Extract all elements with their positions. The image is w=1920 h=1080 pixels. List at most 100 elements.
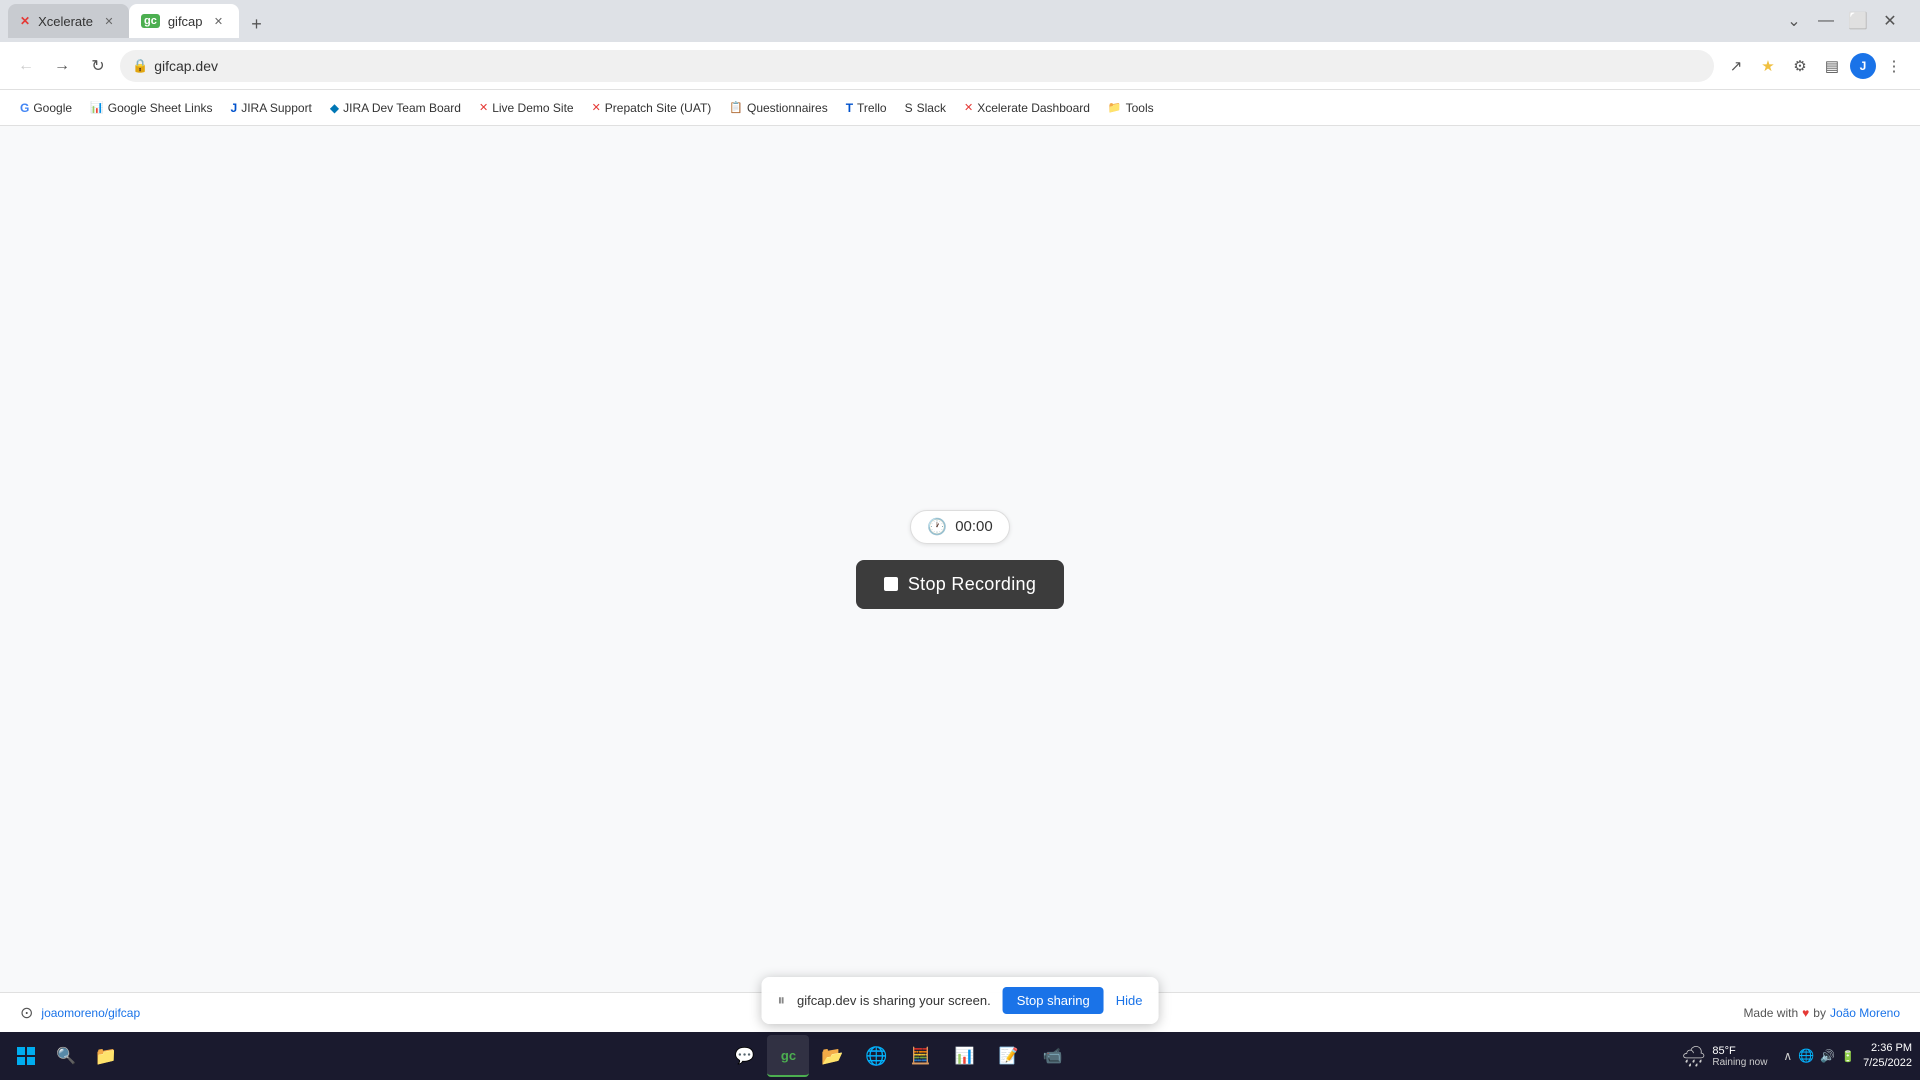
forward-button[interactable]: → bbox=[48, 52, 76, 80]
extensions-button[interactable]: ⚙ bbox=[1786, 52, 1814, 80]
file-explorer-button[interactable]: 📁 bbox=[88, 1038, 124, 1074]
address-text: gifcap.dev bbox=[154, 58, 218, 74]
by-text: by bbox=[1813, 1006, 1826, 1020]
bookmark-sheets[interactable]: 📊 Google Sheet Links bbox=[82, 97, 220, 119]
tab-gifcap[interactable]: gc gifcap ✕ bbox=[129, 4, 239, 38]
start-button[interactable] bbox=[8, 1038, 44, 1074]
lock-icon: 🔒 bbox=[132, 58, 148, 74]
timer-badge: 🕐 00:00 bbox=[910, 510, 1009, 544]
main-content: 🕐 00:00 Stop Recording bbox=[0, 126, 1920, 992]
share-button[interactable]: ↗ bbox=[1722, 52, 1750, 80]
new-tab-button[interactable]: + bbox=[243, 10, 271, 38]
tab-bar: ✕ Xcelerate ✕ gc gifcap ✕ + ⌄ — ⬜ ✕ bbox=[0, 0, 1920, 42]
taskbar-folder-button[interactable]: 📂 bbox=[811, 1035, 853, 1077]
bookmark-tools[interactable]: 📁 Tools bbox=[1100, 97, 1162, 119]
stop-sharing-button[interactable]: Stop sharing bbox=[1003, 987, 1104, 1014]
tab-close-gifcap[interactable]: ✕ bbox=[211, 13, 227, 29]
chevron-up-icon[interactable]: ∧ bbox=[1783, 1049, 1792, 1063]
reload-button[interactable]: ↻ bbox=[84, 52, 112, 80]
weather-temp: 85°F bbox=[1712, 1045, 1767, 1057]
weather-icon: 🌧 bbox=[1681, 1044, 1706, 1069]
bookmark-favicon-slack: S bbox=[905, 101, 913, 115]
stop-recording-button[interactable]: Stop Recording bbox=[856, 560, 1064, 609]
github-icon: ⊙ bbox=[20, 1003, 33, 1023]
minimize-button[interactable]: — bbox=[1812, 7, 1840, 35]
taskbar: 🔍 📁 💬 gc 📂 🌐 🧮 📊 📝 📹 🌧 85°F Raining now bbox=[0, 1032, 1920, 1080]
restore-button[interactable]: ⬜ bbox=[1844, 7, 1872, 35]
network-icon[interactable]: 🌐 bbox=[1798, 1048, 1814, 1064]
back-button[interactable]: ← bbox=[12, 52, 40, 80]
tab-list: ✕ Xcelerate ✕ gc gifcap ✕ + bbox=[8, 4, 1776, 38]
taskbar-gifcap-button[interactable]: gc bbox=[767, 1035, 809, 1077]
screen-sharing-message: gifcap.dev is sharing your screen. bbox=[797, 993, 991, 1008]
battery-icon[interactable]: 🔋 bbox=[1841, 1050, 1855, 1063]
tab-xcelerate[interactable]: ✕ Xcelerate ✕ bbox=[8, 4, 129, 38]
bookmark-label-jira-dev: JIRA Dev Team Board bbox=[343, 101, 461, 115]
taskbar-right: 🌧 85°F Raining now ∧ 🌐 🔊 🔋 2:36 PM 7/25/… bbox=[1673, 1041, 1912, 1072]
footer-right: Made with ♥ by João Moreno bbox=[1743, 1006, 1900, 1020]
bookmark-jira-dev[interactable]: ◆ JIRA Dev Team Board bbox=[322, 97, 469, 119]
made-with-text: Made with bbox=[1743, 1006, 1798, 1020]
stop-recording-label: Stop Recording bbox=[908, 574, 1036, 595]
tab-favicon-xcelerate: ✕ bbox=[20, 14, 30, 28]
bookmark-favicon-sheets: 📊 bbox=[90, 101, 104, 114]
bookmark-label-prepatch: Prepatch Site (UAT) bbox=[605, 101, 711, 115]
bookmark-favicon-jira-dev: ◆ bbox=[330, 101, 339, 115]
heart-icon: ♥ bbox=[1802, 1006, 1809, 1020]
bookmark-button[interactable]: ★ bbox=[1754, 52, 1782, 80]
close-button[interactable]: ✕ bbox=[1876, 7, 1904, 35]
bookmark-favicon-tools: 📁 bbox=[1108, 101, 1122, 114]
bookmark-prepatch[interactable]: ✕ Prepatch Site (UAT) bbox=[584, 97, 720, 119]
bookmark-label-sheets: Google Sheet Links bbox=[108, 101, 213, 115]
taskbar-system-icons: ∧ 🌐 🔊 🔋 bbox=[1783, 1048, 1855, 1064]
taskbar-zoom-button[interactable]: 📹 bbox=[1031, 1035, 1073, 1077]
bookmark-label-jira-support: JIRA Support bbox=[241, 101, 312, 115]
bookmark-jira-support[interactable]: J JIRA Support bbox=[223, 97, 320, 119]
github-link[interactable]: joaomoreno/gifcap bbox=[41, 1006, 140, 1020]
nav-actions: ↗ ★ ⚙ ▤ J ⋮ bbox=[1722, 52, 1908, 80]
bookmark-google[interactable]: G Google bbox=[12, 97, 80, 119]
tab-favicon-gifcap: gc bbox=[141, 14, 160, 28]
nav-bar: ← → ↻ 🔒 gifcap.dev ↗ ★ ⚙ ▤ J ⋮ bbox=[0, 42, 1920, 90]
taskbar-app2-button[interactable]: 📊 bbox=[943, 1035, 985, 1077]
bookmark-xcelerate[interactable]: ✕ Xcelerate Dashboard bbox=[956, 97, 1098, 119]
address-bar[interactable]: 🔒 gifcap.dev bbox=[120, 50, 1714, 82]
tab-close-xcelerate[interactable]: ✕ bbox=[101, 13, 117, 29]
bookmark-trello[interactable]: T Trello bbox=[838, 97, 895, 119]
bookmark-label-xcelerate: Xcelerate Dashboard bbox=[977, 101, 1090, 115]
volume-icon[interactable]: 🔊 bbox=[1820, 1049, 1835, 1063]
taskbar-notes-button[interactable]: 📝 bbox=[987, 1035, 1029, 1077]
tab-title-xcelerate: Xcelerate bbox=[38, 14, 93, 29]
date-display: 7/25/2022 bbox=[1863, 1056, 1912, 1071]
taskbar-chrome-button[interactable]: 🌐 bbox=[855, 1035, 897, 1077]
sidebar-button[interactable]: ▤ bbox=[1818, 52, 1846, 80]
bookmark-label-live-demo: Live Demo Site bbox=[492, 101, 573, 115]
bookmark-label-slack: Slack bbox=[917, 101, 946, 115]
menu-button[interactable]: ⋮ bbox=[1880, 52, 1908, 80]
stop-icon bbox=[884, 577, 898, 591]
recording-area: 🕐 00:00 Stop Recording bbox=[856, 510, 1064, 609]
taskbar-teams-button[interactable]: 💬 bbox=[723, 1035, 765, 1077]
bookmark-favicon-live-demo: ✕ bbox=[479, 101, 488, 114]
bookmark-label-questionnaires: Questionnaires bbox=[747, 101, 828, 115]
clock-icon: 🕐 bbox=[927, 517, 947, 537]
taskbar-search-button[interactable]: 🔍 bbox=[48, 1038, 84, 1074]
taskbar-time[interactable]: 2:36 PM 7/25/2022 bbox=[1863, 1041, 1912, 1072]
profile-avatar[interactable]: J bbox=[1850, 53, 1876, 79]
bookmark-questionnaires[interactable]: 📋 Questionnaires bbox=[721, 97, 835, 119]
bookmark-favicon-google: G bbox=[20, 101, 29, 115]
weather-widget[interactable]: 🌧 85°F Raining now bbox=[1673, 1044, 1775, 1069]
footer-left: ⊙ joaomoreno/gifcap bbox=[20, 1003, 140, 1023]
bookmark-favicon-trello: T bbox=[846, 101, 853, 115]
author-link[interactable]: João Moreno bbox=[1830, 1006, 1900, 1020]
bookmark-label-trello: Trello bbox=[857, 101, 887, 115]
bookmark-label-google: Google bbox=[33, 101, 72, 115]
bookmark-live-demo[interactable]: ✕ Live Demo Site bbox=[471, 97, 582, 119]
tab-bar-controls: ⌄ — ⬜ ✕ bbox=[1780, 7, 1912, 35]
timer-display: 00:00 bbox=[955, 518, 993, 535]
bookmarks-bar: G Google 📊 Google Sheet Links J JIRA Sup… bbox=[0, 90, 1920, 126]
tab-overflow-button[interactable]: ⌄ bbox=[1780, 7, 1808, 35]
bookmark-slack[interactable]: S Slack bbox=[897, 97, 954, 119]
hide-button[interactable]: Hide bbox=[1116, 993, 1143, 1008]
taskbar-calculator-button[interactable]: 🧮 bbox=[899, 1035, 941, 1077]
